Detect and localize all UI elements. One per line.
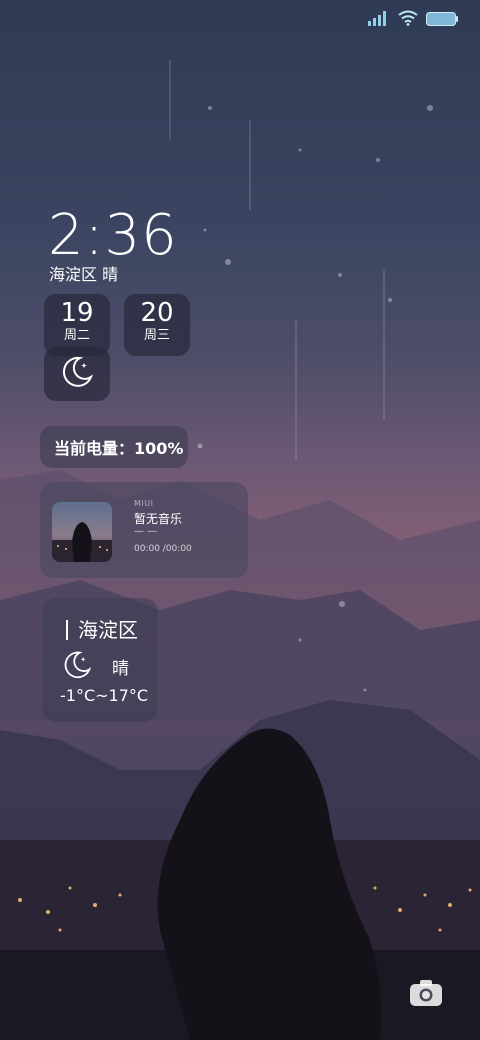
weather-condition: 晴 xyxy=(112,659,129,679)
music-artist: — — xyxy=(134,526,158,537)
weather-temp-range: -1°C~17°C xyxy=(60,686,149,705)
date-day: 19 xyxy=(60,298,94,328)
location-weather-label: 海淀区 晴 xyxy=(49,265,119,284)
date-card-tomorrow[interactable]: 20 周三 xyxy=(124,294,190,356)
night-mode-card[interactable] xyxy=(44,347,110,401)
moon-icon xyxy=(62,650,92,684)
battery-status-card: 当前电量：100% xyxy=(40,426,188,468)
music-title: 暂无音乐 xyxy=(134,512,183,526)
accent-bar xyxy=(66,620,68,640)
signal-icon xyxy=(368,10,390,30)
date-weekday: 周二 xyxy=(63,328,90,343)
music-time: 00:00 /00:00 xyxy=(134,544,192,554)
weather-widget[interactable]: 海淀区 晴 -1°C~17°C xyxy=(42,598,158,722)
date-day: 20 xyxy=(140,298,174,328)
wifi-icon xyxy=(398,10,418,30)
moon-icon xyxy=(60,355,94,393)
date-weekday: 周三 xyxy=(143,328,170,343)
music-widget[interactable]: MIUI 暂无音乐 — — 00:00 /00:00 xyxy=(40,482,248,578)
album-art xyxy=(52,502,112,562)
battery-icon xyxy=(426,11,458,30)
lockscreen-clock: 2:36 xyxy=(48,203,178,268)
battery-label: 当前电量：100% xyxy=(54,439,184,458)
camera-shortcut-button[interactable] xyxy=(404,975,448,1015)
status-bar xyxy=(368,10,458,30)
music-source: MIUI xyxy=(134,499,154,508)
weather-city: 海淀区 xyxy=(78,618,138,642)
camera-icon xyxy=(409,979,443,1011)
